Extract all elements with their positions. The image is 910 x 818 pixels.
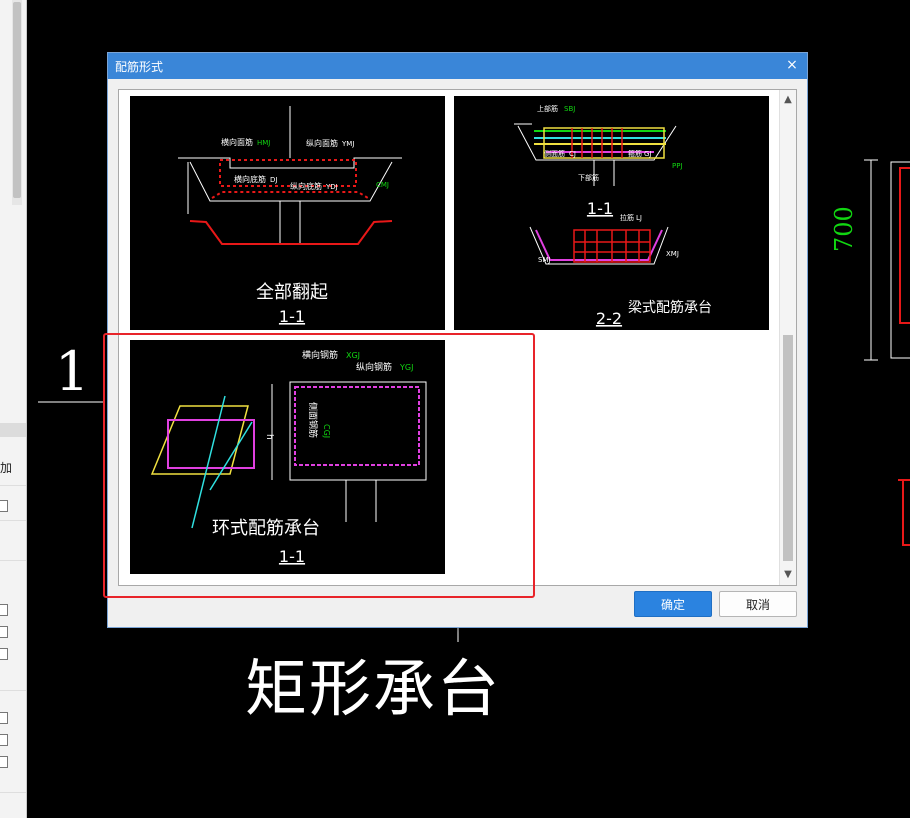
- code-ymj: YMJ: [341, 140, 354, 148]
- dialog-title: 配筋形式: [115, 60, 164, 74]
- background-main-title: 矩形承台: [245, 652, 502, 725]
- label-top-bar: 上部筋: [537, 104, 558, 113]
- label-transverse-bottom: 横向底筋: [234, 174, 266, 184]
- label-transverse-top: 横向面筋: [221, 137, 253, 147]
- option-beam-type-cap[interactable]: 上部筋 SBJ 侧面筋 CJ 箍筋 GJ 下部筋 PPJ 拉筋 LJ XMJ S…: [454, 96, 769, 330]
- code-xmj: XMJ: [666, 250, 679, 258]
- option-beam-type-cap-drawing: 上部筋 SBJ 侧面筋 CJ 箍筋 GJ 下部筋 PPJ 拉筋 LJ XMJ S…: [514, 104, 712, 328]
- option-beam-type-cap-caption: 梁式配筋承台: [628, 299, 712, 316]
- code-cj: CJ: [569, 150, 576, 158]
- option-list: 横向面筋 HMJ 纵向面筋 YMJ 横向底筋 DJ 纵向底筋 YDJ CMJ 全…: [118, 89, 797, 586]
- label-bottom-bar: 下部筋: [578, 173, 599, 182]
- reinforcement-form-dialog: 配筋形式 × 横向面筋 HMJ 纵向面筋 YMJ 横向底筋 DJ 纵向底筋 YD…: [107, 52, 808, 628]
- code-ydj: YDJ: [325, 183, 338, 191]
- option-ring-type-cap[interactable]: h 横向钢筋 XGJ 纵向钢筋 YGJ 侧面钢筋 CGJ 环式配筋承台 1-1: [130, 340, 445, 574]
- background-section-number: 1: [55, 340, 90, 403]
- scroll-up-icon[interactable]: ▲: [780, 92, 796, 108]
- ok-button[interactable]: 确定: [634, 591, 712, 617]
- code-cmj: CMJ: [376, 181, 389, 189]
- dialog-titlebar[interactable]: 配筋形式 ×: [108, 53, 807, 79]
- code-lj: LJ: [636, 214, 642, 222]
- cancel-button[interactable]: 取消: [719, 591, 797, 617]
- label-transverse: 横向钢筋: [302, 349, 338, 361]
- option-beam-type-section-b: 2-2: [596, 309, 622, 328]
- label-stirrup: 箍筋: [628, 149, 642, 158]
- code-gj: GJ: [644, 150, 652, 158]
- label-h: h: [264, 434, 274, 440]
- option-full-bend-up-drawing: 横向面筋 HMJ 纵向面筋 YMJ 横向底筋 DJ 纵向底筋 YDJ CMJ 全…: [178, 106, 402, 326]
- label-longitudinal-top: 纵向面筋: [306, 138, 338, 148]
- label-longitudinal: 纵向钢筋: [356, 361, 392, 373]
- option-ring-type-cap-section: 1-1: [279, 547, 305, 566]
- background-dimension: 700: [830, 206, 858, 252]
- code-ppj: PPJ: [672, 162, 683, 170]
- code-xgj: XGJ: [346, 351, 360, 360]
- scroll-down-icon[interactable]: ▼: [780, 567, 796, 583]
- code-ygj: YGJ: [399, 363, 413, 372]
- code-hmj: HMJ: [257, 139, 270, 147]
- option-list-scrollbar[interactable]: ▲ ▼: [779, 90, 796, 585]
- code-cgj: CGJ: [322, 424, 331, 438]
- label-tie-bar: 拉筋: [620, 213, 634, 222]
- close-button[interactable]: ×: [783, 56, 801, 74]
- code-smj: SMJ: [538, 256, 551, 264]
- label-longitudinal-bottom: 纵向底筋: [290, 181, 322, 191]
- label-side: 侧面钢筋: [307, 402, 319, 438]
- option-full-bend-up-section: 1-1: [279, 307, 305, 326]
- code-sbj: SBJ: [564, 105, 575, 113]
- option-beam-type-section-a: 1-1: [587, 199, 613, 218]
- code-dj: DJ: [270, 176, 277, 184]
- option-ring-type-cap-caption: 环式配筋承台: [212, 518, 320, 539]
- label-side-bar: 侧面筋: [544, 149, 565, 158]
- option-list-scroll-thumb[interactable]: [783, 335, 793, 561]
- option-full-bend-up-caption: 全部翻起: [256, 282, 328, 303]
- option-ring-type-cap-drawing: h 横向钢筋 XGJ 纵向钢筋 YGJ 侧面钢筋 CGJ 环式配筋承台 1-1: [150, 349, 427, 566]
- option-full-bend-up[interactable]: 横向面筋 HMJ 纵向面筋 YMJ 横向底筋 DJ 纵向底筋 YDJ CMJ 全…: [130, 96, 445, 330]
